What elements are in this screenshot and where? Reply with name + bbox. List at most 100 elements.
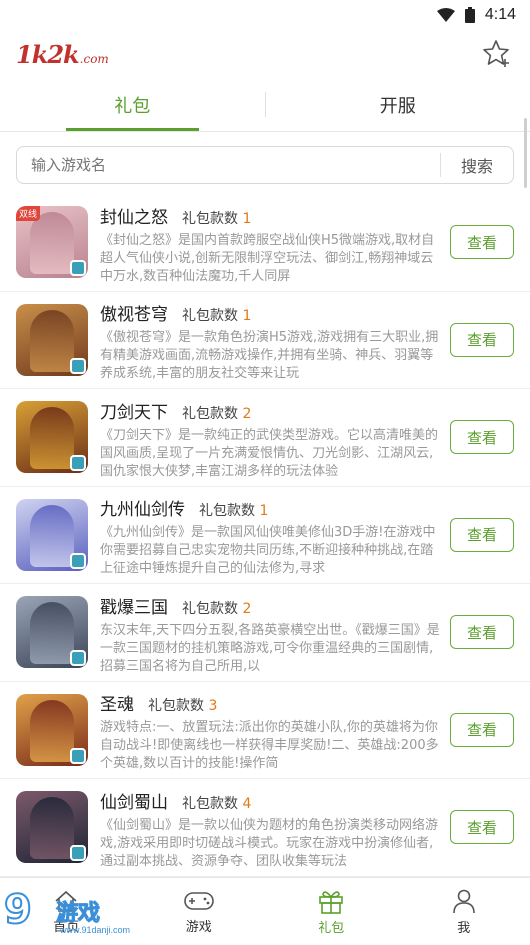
view-button[interactable]: 查看 [450,225,514,260]
gift-count-label: 礼包款数 [148,698,204,715]
list-item[interactable]: 圣魂 礼包款数 3 游戏特点:一、放置玩法:派出你的英雄小队,你的英雄将为你自动… [0,682,530,779]
gift-count: 礼包款数 1 [182,208,251,228]
character-art [30,407,74,470]
view-button[interactable]: 查看 [450,615,514,650]
nav-home-label: 首页 [53,919,80,935]
game-description: 《傲视苍穹》是一款角色扮演H5游戏,游戏拥有三大职业,拥有精美游戏画面,流畅游戏… [100,330,439,380]
star-plus-icon [483,40,509,67]
game-icon[interactable]: 双线 [16,206,88,279]
nav-games[interactable]: 游戏 [133,878,266,945]
title-row: 傲视苍穹 礼包款数 1 [100,300,442,325]
game-info: 封仙之怒 礼包款数 1 《封仙之怒》是国内首款跨服空战仙侠H5微端游戏,取材自超… [100,203,442,282]
list-item[interactable]: 仙剑蜀山 礼包款数 4 《仙剑蜀山》是一款以仙侠为题材的角色扮演类移动网络游戏,… [0,779,530,877]
game-icon[interactable] [16,791,88,864]
game-name: 九州仙剑传 [100,500,185,521]
wifi-icon [436,8,455,22]
status-time: 4:14 [484,6,516,23]
user-icon [452,889,475,913]
tab-server-open[interactable]: 开服 [266,78,530,131]
title-row: 刀剑天下 礼包款数 2 [100,398,442,423]
game-description: 东汉末年,天下四分五裂,各路英豪横空出世。《戳爆三国》是一款三国题材的挂机策略游… [100,622,440,672]
game-description: 《九州仙剑传》是一款国风仙侠唯美修仙3D手游!在游戏中你需要招募自己忠实宠物共同… [100,525,436,575]
app-header: 1k2k .com [0,30,530,78]
gift-count: 礼包款数 1 [182,305,251,325]
title-row: 仙剑蜀山 礼包款数 4 [100,788,442,813]
gift-count-number: 1 [259,503,269,520]
game-description: 《刀剑天下》是一款纯正的武侠类型游戏。它以高清唯美的国风画质,呈现了一片充满爱恨… [100,427,439,477]
icon-tag: 双线 [16,206,41,222]
game-name: 仙剑蜀山 [100,792,168,813]
search-box: 搜索 [16,146,514,184]
character-art [30,797,74,860]
view-button[interactable]: 查看 [450,420,514,455]
game-description: 《封仙之怒》是国内首款跨服空战仙侠H5微端游戏,取材自超人气仙侠小说,创新无限制… [100,232,435,282]
nav-gifts-label: 礼包 [318,920,345,936]
list-item[interactable]: 傲视苍穹 礼包款数 1 《傲视苍穹》是一款角色扮演H5游戏,游戏拥有三大职业,拥… [0,292,530,389]
gift-count: 礼包款数 4 [182,793,251,813]
list-item[interactable]: 戳爆三国 礼包款数 2 东汉末年,天下四分五裂,各路英豪横空出世。《戳爆三国》是… [0,584,530,682]
list-item[interactable]: 刀剑天下 礼包款数 2 《刀剑天下》是一款纯正的武侠类型游戏。它以高清唯美的国风… [0,389,530,487]
view-button[interactable]: 查看 [450,712,514,747]
gift-count: 礼包款数 2 [182,598,251,618]
badge-icon [70,650,86,667]
gift-count-label: 礼包款数 [182,600,238,617]
gamepad-icon [183,891,214,910]
gift-count-number: 3 [208,698,218,715]
nav-me[interactable]: 我 [398,878,530,945]
tab-bar: 礼包 开服 [0,78,530,132]
game-info: 圣魂 礼包款数 3 游戏特点:一、放置玩法:派出你的英雄小队,你的英雄将为你自动… [100,690,442,769]
character-art [30,699,74,762]
gift-count-label: 礼包款数 [199,503,255,520]
gift-count: 礼包款数 2 [182,403,251,423]
gift-count-label: 礼包款数 [182,210,238,227]
status-bar: 4:14 [0,0,530,30]
gift-count-label: 礼包款数 [182,795,238,812]
game-name: 封仙之怒 [100,207,168,228]
game-icon[interactable] [16,401,88,474]
nav-gifts[interactable]: 礼包 [265,878,398,945]
title-row: 封仙之怒 礼包款数 1 [100,203,442,228]
search-area: 搜索 [0,132,530,194]
game-name: 刀剑天下 [100,402,168,423]
character-art [30,212,74,275]
list-item[interactable]: 九州仙剑传 礼包款数 1 《九州仙剑传》是一款国风仙侠唯美修仙3D手游!在游戏中… [0,487,530,584]
game-info: 戳爆三国 礼包款数 2 东汉末年,天下四分五裂,各路英豪横空出世。《戳爆三国》是… [100,593,442,672]
game-list: 双线 封仙之怒 礼包款数 1 《封仙之怒》是国内首款跨服空战仙侠H5微端游戏,取… [0,194,530,877]
game-name: 圣魂 [100,695,134,716]
game-description: 《仙剑蜀山》是一款以仙侠为题材的角色扮演类移动网络游戏,游戏采用即时切磋战斗模式… [100,817,439,867]
nav-home[interactable]: 首页 [0,878,133,945]
search-button[interactable]: 搜索 [441,153,513,177]
game-info: 九州仙剑传 礼包款数 1 《九州仙剑传》是一款国风仙侠唯美修仙3D手游!在游戏中… [100,495,442,574]
title-row: 戳爆三国 礼包款数 2 [100,593,442,618]
scrollbar[interactable] [524,118,527,188]
list-item[interactable]: 双线 封仙之怒 礼包款数 1 《封仙之怒》是国内首款跨服空战仙侠H5微端游戏,取… [0,194,530,292]
gift-icon [319,890,344,914]
game-name: 傲视苍穹 [100,305,168,326]
logo-main: 1k2k [16,39,80,69]
search-input[interactable] [17,156,440,174]
nav-me-label: 我 [457,920,471,936]
favorite-star-button[interactable] [480,37,514,71]
gift-count-label: 礼包款数 [182,308,238,325]
view-button[interactable]: 查看 [450,517,514,552]
logo-suffix: .com [79,51,109,66]
game-icon[interactable] [16,498,88,571]
gift-count-number: 1 [242,308,252,325]
bottom-nav: 首页 游戏 礼包 我 [0,877,530,945]
site-logo[interactable]: 1k2k .com [16,40,109,69]
home-icon [55,890,77,912]
game-info: 刀剑天下 礼包款数 2 《刀剑天下》是一款纯正的武侠类型游戏。它以高清唯美的国风… [100,398,442,477]
game-info: 仙剑蜀山 礼包款数 4 《仙剑蜀山》是一款以仙侠为题材的角色扮演类移动网络游戏,… [100,788,442,867]
view-button[interactable]: 查看 [450,322,514,357]
tab-gifts[interactable]: 礼包 [0,78,265,131]
badge-icon [70,747,86,764]
title-row: 圣魂 礼包款数 3 [100,690,442,715]
battery-icon [464,7,475,23]
game-icon[interactable] [16,693,88,766]
view-button[interactable]: 查看 [450,810,514,845]
character-art [30,602,74,665]
gift-count-label: 礼包款数 [182,405,238,422]
game-icon[interactable] [16,303,88,376]
gift-count-number: 1 [242,210,252,227]
game-icon[interactable] [16,596,88,669]
